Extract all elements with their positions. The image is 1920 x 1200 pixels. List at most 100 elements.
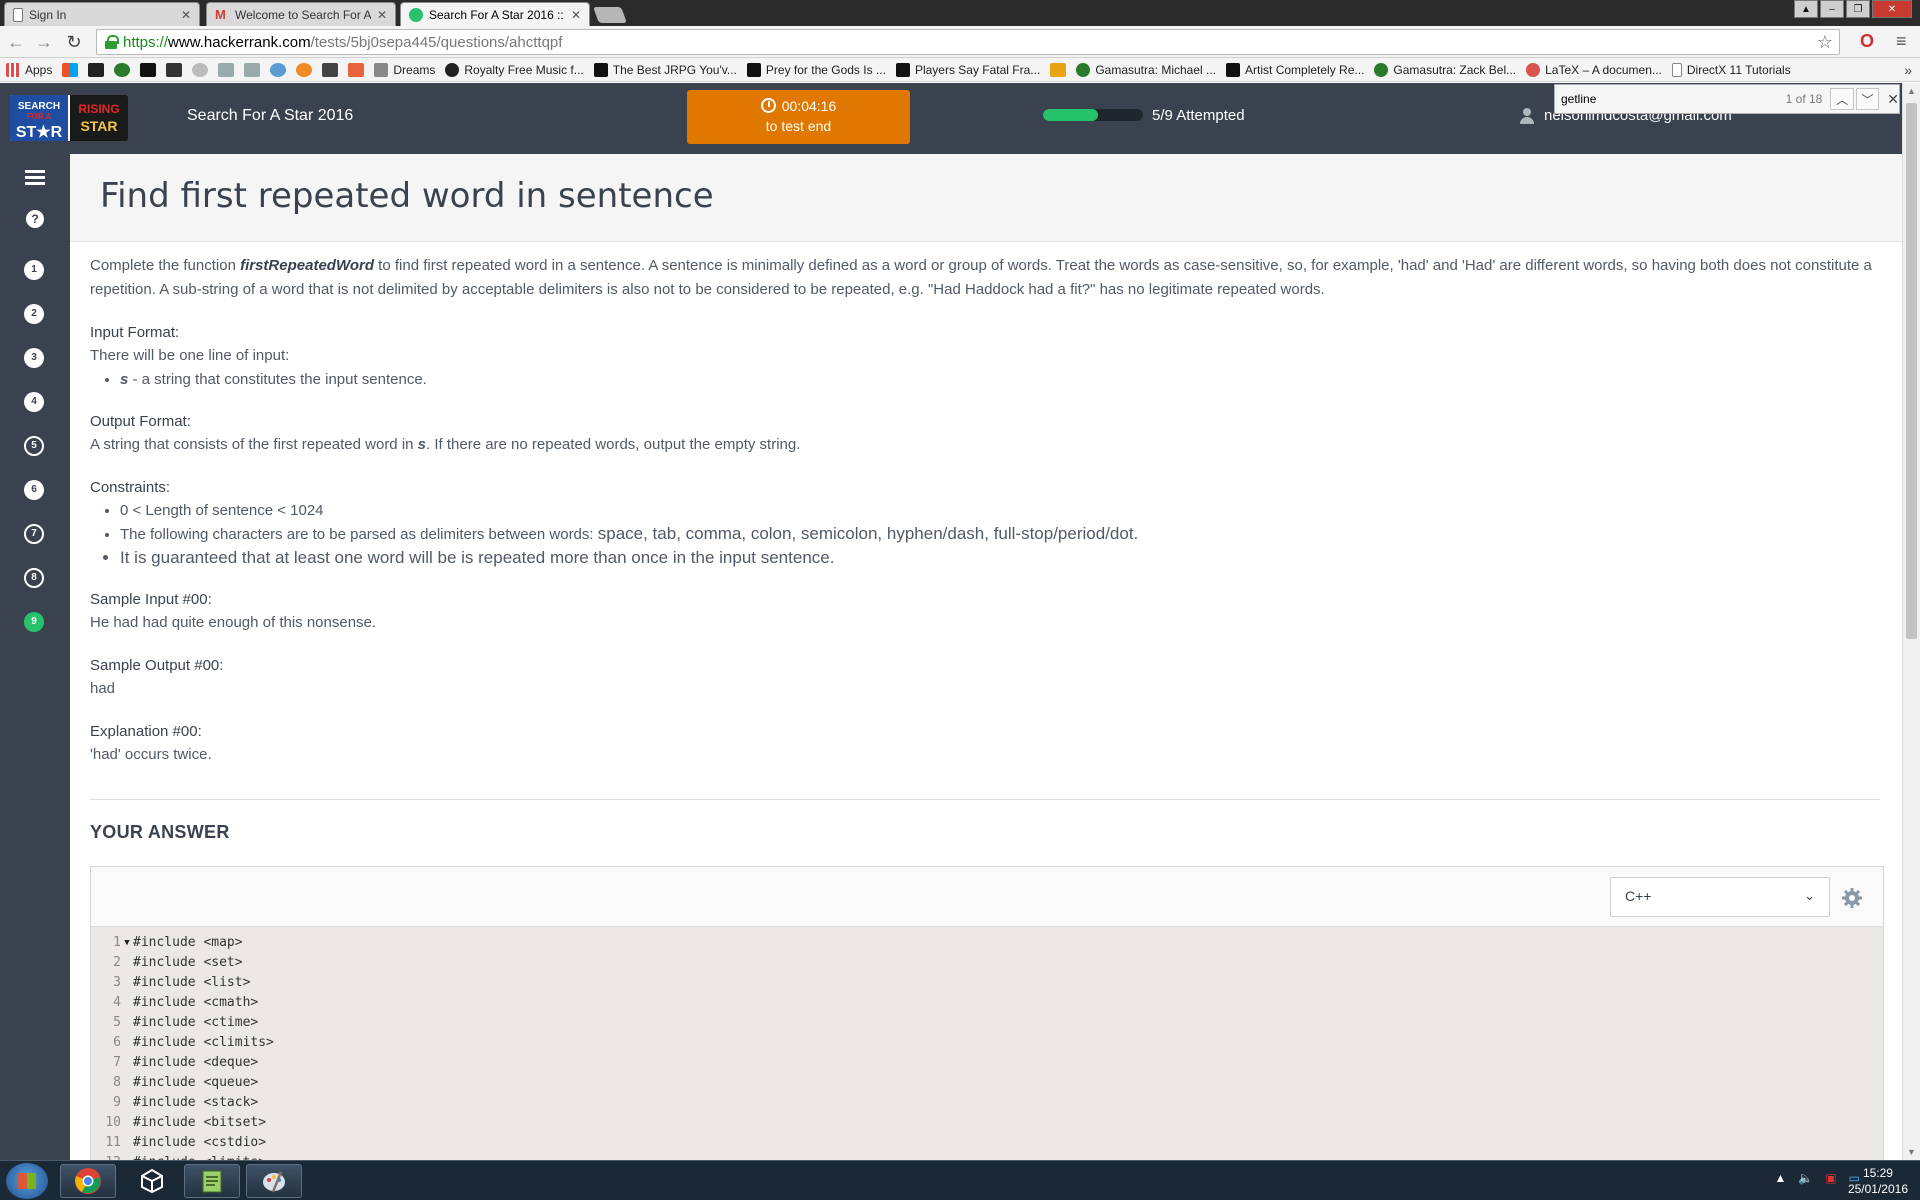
- swirl-icon[interactable]: [270, 62, 287, 77]
- tab-label: Search For A Star 2016 :: p: [429, 7, 565, 22]
- bookmark-players-say[interactable]: Players Say Fatal Fra...: [895, 62, 1040, 77]
- question-number-5[interactable]: 5: [24, 436, 44, 456]
- scroll-up-icon[interactable]: ▲: [1907, 86, 1916, 96]
- address-bar[interactable]: https://www.hackerrank.com/tests/5bj0sep…: [96, 29, 1840, 55]
- bookmark-dreams[interactable]: Dreams: [374, 62, 435, 77]
- tab-welcome[interactable]: M Welcome to Search For A ✕: [206, 2, 396, 26]
- bookmark-gamasutra-zack[interactable]: Gamasutra: Zack Bel...: [1374, 62, 1517, 77]
- playstation-icon[interactable]: ▣: [1825, 1171, 1836, 1185]
- close-icon[interactable]: ✕: [181, 8, 191, 22]
- bookmark-gamasutra-michael[interactable]: Gamasutra: Michael ...: [1076, 62, 1216, 77]
- question-number-4[interactable]: 4: [24, 392, 44, 412]
- output-format-section: Output Format: A string that consists of…: [90, 411, 1880, 457]
- code-line: 4 #include <cmath>: [91, 993, 1883, 1013]
- udemy-icon[interactable]: [1050, 62, 1067, 77]
- paint-taskbar-button[interactable]: [246, 1164, 302, 1198]
- divider: [90, 799, 1880, 800]
- plane-icon[interactable]: [218, 62, 235, 77]
- gamasutra-icon[interactable]: [114, 62, 131, 77]
- find-previous-icon[interactable]: ︿: [1830, 88, 1854, 110]
- more-bookmarks-icon[interactable]: »: [1904, 62, 1912, 78]
- question-number-3[interactable]: 3: [24, 348, 44, 368]
- reload-icon[interactable]: ↻: [64, 32, 84, 52]
- goodreads-icon[interactable]: [88, 62, 105, 77]
- plus-icon[interactable]: [348, 62, 365, 77]
- svg-text:ST★R: ST★R: [16, 124, 63, 141]
- section-heading: Sample Output #00:: [90, 657, 224, 674]
- code-area[interactable]: 1 ▼ #include <map> 2 #include <set> 3 #include…: [91, 927, 1883, 1160]
- close-window-button[interactable]: ✕: [1872, 0, 1912, 18]
- system-tray: ▲ 🔈 ▣ ▭: [1762, 1171, 1860, 1185]
- section-heading: Sample Input #00:: [90, 591, 212, 608]
- circle-icon[interactable]: [296, 62, 313, 77]
- tab-sign-in[interactable]: Sign In ✕: [4, 2, 200, 26]
- output-text: . If there are no repeated words, output…: [426, 436, 801, 453]
- bookmark-latex[interactable]: LaTeX – A documen...: [1526, 62, 1662, 77]
- tray-expand-icon[interactable]: ▲: [1774, 1171, 1786, 1185]
- chrome-taskbar-button[interactable]: [60, 1164, 116, 1198]
- find-input[interactable]: [1561, 88, 1774, 110]
- dictionary-icon[interactable]: [166, 62, 183, 77]
- forward-arrow-icon[interactable]: →: [34, 32, 54, 52]
- taskbar-clock[interactable]: 15:29 25/01/2016: [1848, 1165, 1908, 1197]
- close-icon[interactable]: ✕: [571, 8, 581, 22]
- help-icon[interactable]: ?: [26, 210, 44, 228]
- bookmark-label: Prey for the Gods Is ...: [765, 62, 886, 77]
- close-icon[interactable]: ✕: [377, 8, 387, 22]
- page-scrollbar[interactable]: ▲ ▼: [1902, 83, 1920, 1160]
- code-text: #include <deque>: [133, 1055, 259, 1070]
- bookmark-prey-for-the-gods[interactable]: Prey for the Gods Is ...: [746, 62, 886, 77]
- code-editor: C++ ⌄ 1 ▼ #include <map> 2 #include <set…: [90, 866, 1884, 1160]
- tab-hackerrank[interactable]: Search For A Star 2016 :: p ✕: [400, 2, 590, 26]
- bookmark-royalty-free-music[interactable]: Royalty Free Music f...: [445, 62, 584, 77]
- language-select[interactable]: C++ ⌄: [1610, 877, 1830, 917]
- fold-arrow-icon[interactable]: ▼: [121, 933, 133, 953]
- question-number-2[interactable]: 2: [24, 304, 44, 324]
- back-arrow-icon[interactable]: ←: [6, 32, 26, 52]
- notepad-taskbar-button[interactable]: [184, 1164, 240, 1198]
- sample-input-section: Sample Input #00: He had had quite enoug…: [90, 589, 1880, 635]
- windows-icon[interactable]: [62, 62, 79, 77]
- bookmark-star-icon[interactable]: ☆: [1817, 32, 1833, 53]
- bookmark-directx[interactable]: DirectX 11 Tutorials: [1671, 62, 1791, 77]
- question-number-6[interactable]: 6: [24, 480, 44, 500]
- steam-icon[interactable]: [192, 62, 209, 77]
- code-line: 3 #include <list>: [91, 973, 1883, 993]
- bookmark-artist-completely[interactable]: Artist Completely Re...: [1226, 62, 1364, 77]
- minimize-button[interactable]: –: [1820, 0, 1844, 18]
- attempted-count: 5/9 Attempted: [1152, 107, 1245, 124]
- gear-icon[interactable]: [1841, 887, 1863, 909]
- kotaku-icon[interactable]: [140, 62, 157, 77]
- bookmark-label: Apps: [25, 62, 53, 77]
- constraint-item: 0 < Length of sentence < 1024: [120, 499, 1880, 522]
- bookmark-jrpg[interactable]: The Best JRPG You'v...: [593, 62, 737, 77]
- volume-icon[interactable]: 🔈: [1798, 1171, 1813, 1185]
- svg-text:SEARCH: SEARCH: [18, 101, 60, 112]
- scrollbar-thumb[interactable]: [1906, 103, 1917, 639]
- question-number-7[interactable]: 7: [24, 524, 44, 544]
- question-number-8[interactable]: 8: [24, 568, 44, 588]
- question-title-bar: Find first repeated word in sentence: [70, 154, 1902, 242]
- plane-icon[interactable]: [244, 62, 261, 77]
- question-number-9[interactable]: 9: [24, 612, 44, 632]
- line-number: 2: [113, 955, 121, 970]
- clock-icon: [760, 98, 776, 113]
- bookmark-apps[interactable]: Apps: [6, 62, 53, 77]
- start-button[interactable]: [6, 1163, 48, 1199]
- list-icon[interactable]: [25, 170, 45, 186]
- unity-taskbar-button[interactable]: [124, 1164, 180, 1198]
- svg-text:RISING: RISING: [78, 102, 119, 116]
- new-tab-button[interactable]: [593, 7, 627, 23]
- close-icon[interactable]: ✕: [1887, 91, 1899, 108]
- scroll-down-icon[interactable]: ▼: [1907, 1147, 1916, 1157]
- profile-button[interactable]: ▲: [1794, 0, 1818, 18]
- restore-button[interactable]: ❐: [1846, 0, 1870, 18]
- opera-extension-icon[interactable]: O: [1860, 31, 1874, 52]
- gamasutra-icon: [1374, 62, 1389, 77]
- find-next-icon[interactable]: ﹀: [1855, 88, 1880, 110]
- menu-icon[interactable]: ≡: [1896, 31, 1907, 52]
- bookmark-label: Gamasutra: Zack Bel...: [1393, 62, 1517, 77]
- hashtag-icon[interactable]: [322, 62, 339, 77]
- question-number-1[interactable]: 1: [24, 260, 44, 280]
- problem-intro: Complete the function firstRepeatedWord …: [90, 254, 1880, 302]
